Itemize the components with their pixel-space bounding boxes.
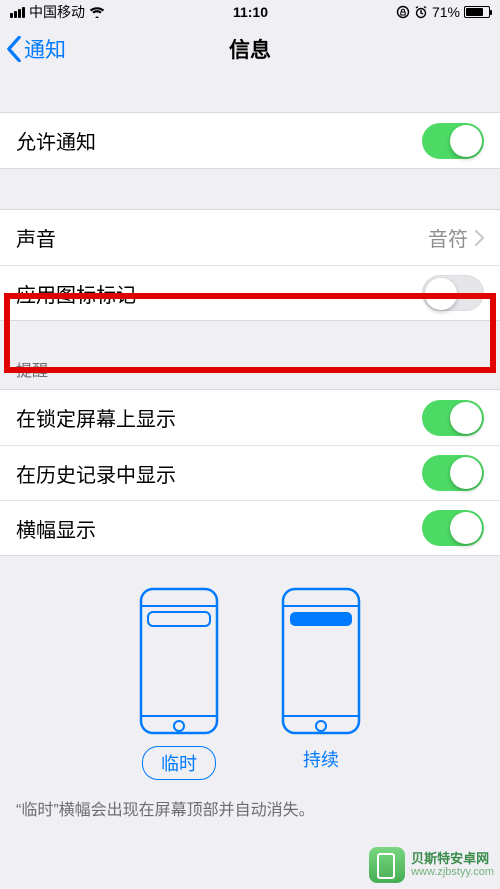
- history-label: 在历史记录中显示: [16, 459, 176, 488]
- sound-value: 音符: [428, 223, 468, 252]
- group-alerts: 在锁定屏幕上显示 在历史记录中显示 横幅显示: [0, 389, 500, 556]
- toggle-history[interactable]: [422, 455, 484, 491]
- battery-icon: [464, 6, 490, 18]
- phone-temporary-icon: [138, 586, 220, 736]
- status-bar: 中国移动 11:10 71%: [0, 0, 500, 24]
- nav-bar: 通知 信息: [0, 24, 500, 74]
- battery-fill: [466, 8, 483, 16]
- banner-label: 横幅显示: [16, 514, 96, 543]
- allow-label: 允许通知: [16, 126, 96, 155]
- toggle-lock[interactable]: [422, 400, 484, 436]
- toggle-badge[interactable]: [422, 275, 484, 311]
- toggle-banner[interactable]: [422, 510, 484, 546]
- status-right: 71%: [396, 4, 490, 20]
- phone-persistent-icon: [280, 586, 362, 736]
- watermark-icon: [369, 847, 405, 883]
- wifi-icon: [89, 6, 105, 18]
- temporary-label: 临时: [142, 746, 216, 780]
- status-left: 中国移动: [10, 2, 105, 22]
- group-allow: 允许通知: [0, 112, 500, 169]
- lock-label: 在锁定屏幕上显示: [16, 403, 176, 432]
- back-label: 通知: [24, 34, 66, 64]
- row-history[interactable]: 在历史记录中显示: [0, 445, 500, 500]
- row-badge[interactable]: 应用图标标记: [0, 265, 500, 320]
- signal-icon: [10, 7, 25, 18]
- preview-persistent[interactable]: 持续: [280, 586, 362, 780]
- watermark: 贝斯特安卓网 www.zjbstyy.com: [369, 847, 494, 883]
- orientation-lock-icon: [396, 5, 410, 19]
- chevron-right-icon: [474, 230, 484, 246]
- chevron-left-icon: [6, 36, 22, 62]
- badge-label: 应用图标标记: [16, 279, 136, 308]
- section-alerts-header: 提醒: [0, 357, 500, 389]
- watermark-line2: www.zjbstyy.com: [411, 866, 494, 878]
- battery-pct: 71%: [432, 4, 460, 20]
- watermark-line1: 贝斯特安卓网: [411, 852, 494, 866]
- row-banner[interactable]: 横幅显示: [0, 500, 500, 555]
- row-allow-notifications[interactable]: 允许通知: [0, 113, 500, 168]
- carrier-label: 中国移动: [29, 2, 85, 22]
- row-lock-screen[interactable]: 在锁定屏幕上显示: [0, 390, 500, 445]
- preview-temporary[interactable]: 临时: [138, 586, 220, 780]
- group-options: 声音 音符 应用图标标记: [0, 209, 500, 321]
- back-button[interactable]: 通知: [6, 24, 66, 74]
- sound-label: 声音: [16, 223, 56, 252]
- footer-text: “临时”横幅会出现在屏幕顶部并自动消失。: [16, 796, 484, 820]
- status-time: 11:10: [233, 4, 268, 20]
- persistent-label: 持续: [303, 746, 339, 772]
- page-title: 信息: [229, 34, 271, 64]
- banner-style-preview: 临时 持续: [0, 586, 500, 780]
- alarm-icon: [414, 5, 428, 19]
- toggle-allow[interactable]: [422, 123, 484, 159]
- row-sound[interactable]: 声音 音符: [0, 210, 500, 265]
